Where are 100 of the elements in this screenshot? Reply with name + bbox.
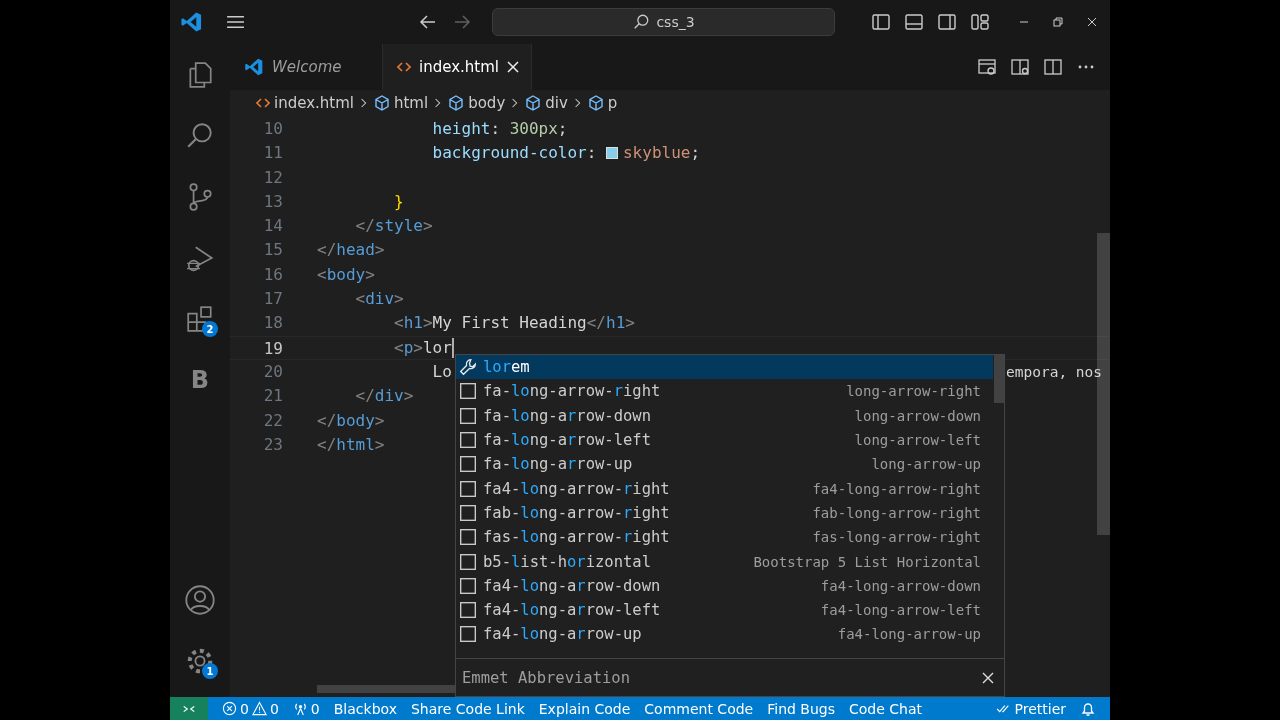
suggestion-item[interactable]: fa-long-arrow-right long-arrow-right xyxy=(456,379,993,404)
status-item[interactable]: Share Code Link xyxy=(410,700,525,717)
sidebar-toggle-icon[interactable] xyxy=(871,12,891,32)
notification-badge: 2 xyxy=(202,321,218,337)
line-number: 23 xyxy=(262,433,283,456)
warning-icon xyxy=(251,701,267,716)
square-icon xyxy=(459,625,477,644)
code-line: height: 300px; xyxy=(431,118,568,140)
code-line: background-color: skyblue; xyxy=(431,142,701,165)
line-number: 19 xyxy=(262,337,283,359)
code-line: Lo xyxy=(431,360,452,383)
command-search-field[interactable]: css_3 xyxy=(492,8,835,36)
extensions-icon[interactable] xyxy=(185,303,215,334)
breadcrumb-item[interactable]: index.html xyxy=(256,94,354,112)
panel-toggle-icon[interactable] xyxy=(904,12,924,32)
breadcrumb-item[interactable]: div xyxy=(525,94,568,112)
code-brackets-icon xyxy=(397,60,411,74)
suggestion-item[interactable]: fa-long-arrow-up long-arrow-up xyxy=(456,452,993,477)
square-icon xyxy=(459,431,477,450)
cube-icon xyxy=(525,95,542,111)
square-icon xyxy=(459,576,477,595)
suggestion-details: Emmet Abbreviation xyxy=(462,668,630,687)
status-item[interactable]: Code Chat xyxy=(849,700,922,717)
code-line: </head> xyxy=(317,239,385,262)
suggestion-item[interactable]: fa-long-arrow-left long-arrow-left xyxy=(456,427,993,453)
square-icon xyxy=(459,601,477,620)
account-icon[interactable] xyxy=(184,583,216,616)
line-number: 13 xyxy=(262,190,283,213)
chevron-right-icon xyxy=(360,97,368,109)
app-logo-icon[interactable] xyxy=(180,10,203,34)
editor-tab[interactable]: index.html xyxy=(383,44,532,90)
line-number: 14 xyxy=(262,215,283,238)
status-item[interactable]: Explain Code xyxy=(538,700,631,717)
cube-icon xyxy=(587,95,604,111)
suggestion-item[interactable]: fab-long-arrow-right fab-long-arrow-right xyxy=(456,500,993,526)
code-line: empora, nos xyxy=(1006,362,1103,382)
breadcrumb-item[interactable]: p xyxy=(587,94,618,112)
line-number: 10 xyxy=(262,118,283,140)
scrollbar[interactable] xyxy=(317,685,457,693)
chevron-right-icon xyxy=(573,97,582,109)
close-icon[interactable] xyxy=(1086,16,1098,28)
ports-button[interactable]: 0 xyxy=(292,700,320,717)
line-number: 15 xyxy=(262,239,283,262)
code-line: </div> xyxy=(354,385,414,408)
app-logo-icon xyxy=(244,57,264,77)
line-number: 16 xyxy=(262,263,283,286)
secondary-sidebar-icon[interactable] xyxy=(937,12,957,32)
square-icon xyxy=(459,406,477,425)
suggestion-item[interactable]: lorem xyxy=(456,355,993,380)
preview-icon[interactable] xyxy=(977,57,997,77)
square-icon xyxy=(459,455,477,474)
chevron-right-icon xyxy=(434,97,443,109)
square-icon xyxy=(459,479,477,498)
line-number: 20 xyxy=(262,360,283,383)
suggestion-item[interactable]: fa4-long-arrow-right fa4-long-arrow-right xyxy=(456,476,993,501)
problems-button[interactable]: 0 0 xyxy=(222,700,279,717)
remote-button[interactable] xyxy=(170,697,208,720)
suggestion-item[interactable]: fa-long-arrow-down long-arrow-down xyxy=(456,403,993,428)
square-icon xyxy=(459,382,477,401)
search-icon xyxy=(632,13,651,31)
code-line: <body> xyxy=(317,263,375,286)
bootstrap-extension-icon[interactable]: B xyxy=(190,365,210,394)
status-item[interactable]: Comment Code xyxy=(644,700,754,717)
close-icon[interactable] xyxy=(982,671,994,684)
line-number: 21 xyxy=(262,385,283,408)
status-item[interactable]: Blackbox xyxy=(333,700,397,717)
breadcrumb-item[interactable]: html xyxy=(374,94,429,112)
prettier-button[interactable]: Prettier xyxy=(995,700,1066,717)
line-number: 12 xyxy=(262,166,283,189)
cube-icon xyxy=(374,95,390,111)
restore-icon[interactable] xyxy=(1052,16,1064,28)
line-number: 17 xyxy=(262,288,283,311)
code-line: <p>lor xyxy=(393,336,452,359)
suggestion-item[interactable]: b5-list-horizontal Bootstrap 5 List Horizontal xyxy=(456,549,993,574)
error-icon xyxy=(222,701,237,716)
code-brackets-icon xyxy=(256,96,270,110)
notifications-bell-icon[interactable] xyxy=(1080,700,1096,717)
line-number: 22 xyxy=(262,409,283,432)
code-line: <h1>My First Heading</h1> xyxy=(393,312,635,335)
color-swatch[interactable] xyxy=(606,147,618,160)
chevron-right-icon xyxy=(511,97,520,109)
layout-icon[interactable] xyxy=(970,12,990,32)
wrench-icon xyxy=(459,358,477,377)
cube-icon xyxy=(448,95,465,111)
broadcast-icon xyxy=(292,701,308,716)
square-icon xyxy=(459,552,477,571)
suggestion-item[interactable]: fas-long-arrow-right fas-long-arrow-right xyxy=(456,525,993,550)
breadcrumb-item[interactable]: body xyxy=(448,94,506,112)
split-editor-icon[interactable] xyxy=(1043,57,1063,77)
code-line: } xyxy=(393,190,404,213)
open-preview-side-icon[interactable] xyxy=(1010,57,1030,77)
line-number: 11 xyxy=(262,142,283,165)
code-line: </style> xyxy=(354,215,433,238)
square-icon xyxy=(459,503,477,522)
square-icon xyxy=(459,528,477,547)
scrollbar[interactable] xyxy=(994,355,1004,403)
code-line: <div> xyxy=(354,288,404,311)
line-number: 18 xyxy=(262,312,283,335)
notification-badge: 1 xyxy=(202,663,218,679)
status-item[interactable]: Find Bugs xyxy=(767,700,835,717)
